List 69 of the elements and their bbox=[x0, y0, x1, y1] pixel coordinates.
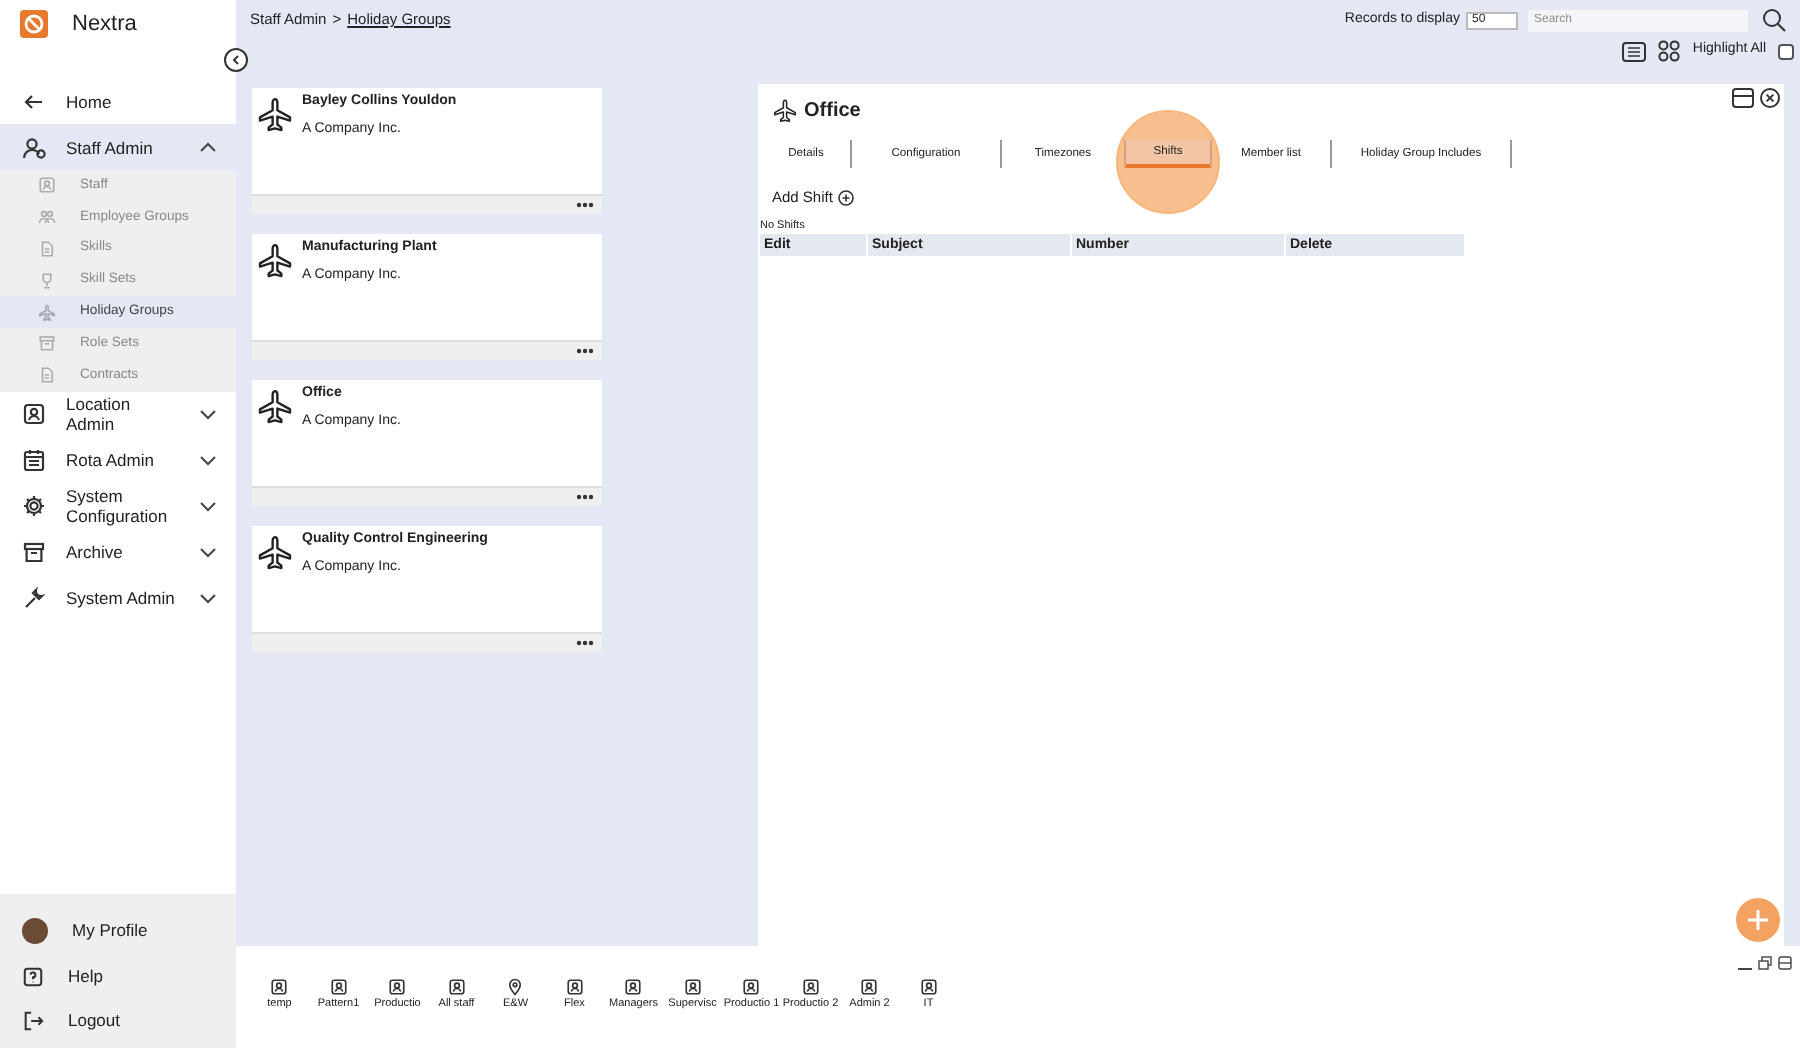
person-card-icon bbox=[270, 978, 289, 996]
location-pin-icon bbox=[506, 978, 525, 996]
grid-view-icon[interactable] bbox=[1658, 40, 1681, 62]
panel-title: Office bbox=[804, 97, 861, 125]
person-card-icon bbox=[447, 978, 466, 996]
help-icon bbox=[22, 965, 44, 988]
person-card-icon bbox=[565, 978, 584, 996]
sidebar-item[interactable]: Rota Admin bbox=[0, 437, 236, 484]
list-view-icon[interactable] bbox=[1622, 41, 1647, 61]
logo-icon bbox=[20, 10, 48, 38]
search-icon[interactable] bbox=[1762, 8, 1786, 32]
sidebar-item[interactable]: Help bbox=[0, 954, 236, 999]
app-name: Nextra bbox=[72, 9, 137, 40]
plane-icon bbox=[772, 97, 798, 123]
group-icon bbox=[38, 208, 56, 227]
settings-icon bbox=[22, 494, 46, 519]
document-icon bbox=[38, 366, 56, 385]
plane-icon bbox=[256, 388, 294, 426]
chevron-icon bbox=[200, 547, 216, 558]
restore-icon[interactable] bbox=[1758, 956, 1772, 970]
plane-icon bbox=[256, 242, 294, 280]
calendar-icon bbox=[22, 448, 46, 473]
sidebar-item[interactable]: System Admin bbox=[0, 575, 236, 622]
document-icon bbox=[38, 239, 56, 258]
window-icon[interactable] bbox=[1778, 956, 1792, 970]
person-card-icon bbox=[38, 176, 56, 195]
people-icon bbox=[22, 135, 46, 159]
archive-box-icon bbox=[22, 540, 46, 565]
sidebar-item[interactable]: My Profile bbox=[0, 909, 236, 954]
add-icon[interactable] bbox=[838, 189, 855, 206]
archive-box-icon bbox=[38, 334, 56, 353]
more-icon[interactable] bbox=[576, 202, 594, 208]
chevron-icon bbox=[200, 409, 216, 420]
plane-icon bbox=[256, 534, 294, 572]
close-icon[interactable] bbox=[1760, 88, 1780, 108]
avatar-icon bbox=[22, 918, 48, 945]
sidebar-item[interactable]: Archive bbox=[0, 529, 236, 576]
highlight-checkbox[interactable] bbox=[1778, 43, 1794, 59]
person-card-icon bbox=[860, 978, 879, 996]
person-card-icon bbox=[624, 978, 643, 996]
person-card-icon bbox=[919, 978, 938, 996]
person-card-icon bbox=[329, 978, 348, 996]
sidebar-item[interactable]: System Configuration bbox=[0, 483, 236, 530]
logout-icon bbox=[22, 1010, 44, 1033]
chevron-icon bbox=[230, 54, 242, 66]
wrench-icon bbox=[22, 586, 46, 611]
chevron-icon bbox=[200, 142, 216, 152]
plane-icon bbox=[38, 303, 56, 322]
person-card-icon bbox=[801, 978, 820, 996]
person-card-icon bbox=[742, 978, 761, 996]
sidebar-item[interactable]: Home bbox=[0, 78, 236, 124]
back-arrow-icon bbox=[22, 89, 46, 113]
chevron-icon bbox=[200, 593, 216, 604]
person-card-icon bbox=[388, 978, 407, 996]
person-card-icon bbox=[22, 402, 46, 427]
chevron-icon bbox=[200, 501, 216, 512]
more-icon[interactable] bbox=[576, 640, 594, 646]
collapse-button[interactable] bbox=[224, 48, 248, 72]
more-icon[interactable] bbox=[576, 494, 594, 500]
more-icon[interactable] bbox=[576, 348, 594, 354]
plane-icon bbox=[256, 96, 294, 134]
trophy-icon bbox=[38, 271, 56, 290]
chevron-icon bbox=[200, 455, 216, 466]
plus-icon bbox=[1746, 908, 1770, 932]
sidebar-item[interactable]: Location Admin bbox=[0, 391, 236, 438]
sidebar-item[interactable]: Logout bbox=[0, 999, 236, 1044]
person-card-icon bbox=[683, 978, 702, 996]
sidebar-item[interactable]: Staff Admin bbox=[0, 124, 236, 170]
window-icon[interactable] bbox=[1732, 88, 1754, 108]
